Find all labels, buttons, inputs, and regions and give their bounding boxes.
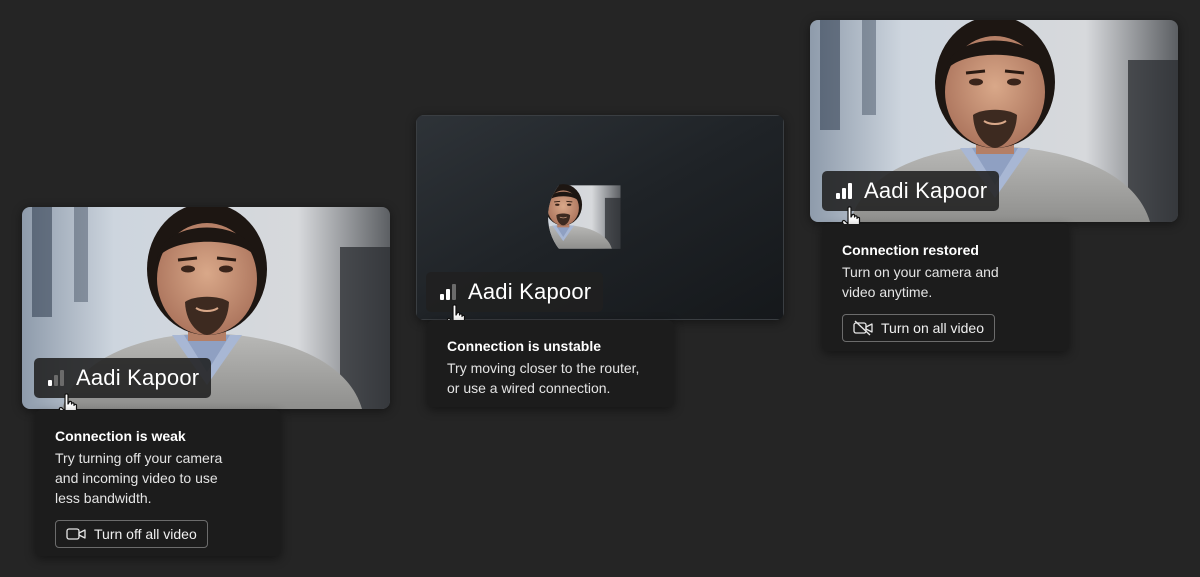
video-camera-off-icon xyxy=(853,320,873,336)
participant-name: Aadi Kapoor xyxy=(468,279,592,304)
signal-strength-icon xyxy=(440,284,456,300)
video-tile-unstable[interactable]: Aadi Kapoor xyxy=(416,115,784,320)
participant-name: Aadi Kapoor xyxy=(864,178,988,203)
video-camera-icon xyxy=(66,528,86,540)
button-label: Turn off all video xyxy=(94,526,197,542)
video-tile-weak[interactable]: Aadi Kapoor xyxy=(22,207,390,409)
avatar xyxy=(548,165,652,269)
tooltip-unstable: Connection is unstable Try moving closer… xyxy=(427,320,674,407)
participant-name: Aadi Kapoor xyxy=(76,365,200,390)
tooltip-title: Connection is unstable xyxy=(447,338,602,354)
tooltip-body: Try turning off your camera and incoming… xyxy=(55,450,223,506)
tooltip-body: Try moving closer to the router, or use … xyxy=(447,360,640,396)
signal-strength-icon xyxy=(48,370,64,386)
signal-strength-icon xyxy=(836,183,852,199)
name-pill[interactable]: Aadi Kapoor xyxy=(822,171,1000,211)
tooltip-weak: Connection is weak Try turning off your … xyxy=(35,410,281,556)
turn-on-all-video-button[interactable]: Turn on all video xyxy=(842,314,995,342)
video-tile-restored[interactable]: Aadi Kapoor xyxy=(810,20,1178,222)
tooltip-title: Connection restored xyxy=(842,242,979,258)
tooltip-title: Connection is weak xyxy=(55,428,186,444)
button-label: Turn on all video xyxy=(881,320,984,336)
tooltip-body: Turn on your camera and video anytime. xyxy=(842,264,999,300)
name-pill[interactable]: Aadi Kapoor xyxy=(34,358,212,398)
tooltip-restored: Connection restored Turn on your camera … xyxy=(822,224,1069,351)
turn-off-all-video-button[interactable]: Turn off all video xyxy=(55,520,208,548)
